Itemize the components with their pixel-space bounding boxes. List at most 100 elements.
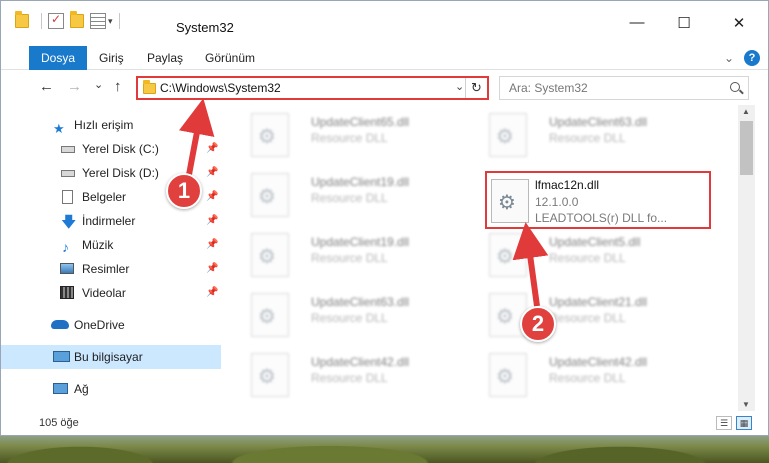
sidebar-item-label: Müzik bbox=[82, 238, 114, 252]
tiles-view-icon[interactable]: ▦ bbox=[736, 416, 752, 430]
sidebar-item-label: OneDrive bbox=[74, 318, 125, 332]
new-folder-icon[interactable] bbox=[70, 11, 84, 28]
star-icon: ★ bbox=[53, 121, 65, 136]
file-name: UpdateClient19.dll bbox=[311, 235, 410, 249]
pin-icon[interactable]: 📌 bbox=[206, 281, 218, 305]
close-button[interactable]: ✕ bbox=[716, 14, 762, 44]
file-item-lfmac12n[interactable]: lfmac12n.dll 12.1.0.0 LEADTOOLS(r) DLL f… bbox=[485, 171, 711, 229]
search-icon bbox=[730, 82, 740, 92]
file-item[interactable]: UpdateClient63.dll Resource DLL bbox=[245, 285, 475, 343]
help-icon[interactable]: ? bbox=[744, 50, 760, 66]
file-name: UpdateClient63.dll bbox=[549, 115, 648, 129]
file-type: Resource DLL bbox=[311, 371, 388, 385]
file-type: Resource DLL bbox=[311, 191, 388, 205]
dll-file-icon bbox=[491, 179, 529, 223]
search-input[interactable]: Ara: System32 bbox=[509, 81, 588, 95]
file-type: Resource DLL bbox=[311, 311, 388, 325]
address-dropdown-icon[interactable]: ⌄ bbox=[455, 80, 464, 93]
sidebar-item-label: Hızlı erişim bbox=[74, 118, 134, 132]
expand-ribbon-chevron-down-icon[interactable]: ⌄ bbox=[724, 51, 734, 65]
navigation-pane: ★ Hızlı erişim Yerel Disk (C:) 📌 Yerel D… bbox=[1, 109, 223, 411]
sidebar-item-label: İndirmeler bbox=[82, 214, 136, 228]
item-count: 105 öğe bbox=[39, 417, 79, 429]
search-box[interactable]: Ara: System32 bbox=[499, 76, 749, 100]
sidebar-item-label: Yerel Disk (D:) bbox=[82, 166, 159, 180]
music-icon: ♪ bbox=[62, 239, 69, 255]
pin-icon[interactable]: 📌 bbox=[206, 161, 218, 185]
file-type: Resource DLL bbox=[549, 311, 626, 325]
sidebar-item-label: Belgeler bbox=[82, 190, 127, 204]
file-type: Resource DLL bbox=[549, 371, 626, 385]
sidebar-item-downloads[interactable]: 🡇 İndirmeler 📌 bbox=[1, 209, 221, 233]
view-list-icon[interactable] bbox=[90, 13, 106, 29]
details-view-icon[interactable]: ☰ bbox=[716, 416, 732, 430]
minimize-button[interactable]: — bbox=[614, 14, 660, 44]
scroll-thumb[interactable] bbox=[740, 121, 753, 175]
dll-file-icon bbox=[489, 353, 527, 397]
sidebar-item-label: Yerel Disk (C:) bbox=[82, 142, 159, 156]
sidebar-item-local-disk-c[interactable]: Yerel Disk (C:) 📌 bbox=[1, 137, 221, 161]
up-button[interactable]: ↑ bbox=[114, 78, 122, 95]
scroll-down-arrow-icon[interactable]: ▼ bbox=[742, 400, 750, 409]
properties-icon[interactable]: ✓ bbox=[48, 12, 64, 29]
address-path[interactable]: C:\Windows\System32 bbox=[160, 81, 281, 95]
file-item[interactable]: UpdateClient19.dll Resource DLL bbox=[245, 225, 475, 283]
tab-dosya[interactable]: Dosya bbox=[29, 46, 88, 70]
sidebar-item-this-pc[interactable]: Bu bilgisayar bbox=[1, 345, 221, 369]
scroll-up-arrow-icon[interactable]: ▲ bbox=[742, 107, 750, 116]
sidebar-item-pictures[interactable]: Resimler 📌 bbox=[1, 257, 221, 281]
file-item[interactable]: UpdateClient5.dll Resource DLL bbox=[483, 225, 713, 283]
file-name: UpdateClient5.dll bbox=[549, 235, 641, 249]
sidebar-item-network[interactable]: Ağ bbox=[1, 377, 221, 401]
drive-icon bbox=[61, 170, 75, 177]
file-version: 12.1.0.0 bbox=[535, 195, 579, 209]
file-name: UpdateClient63.dll bbox=[311, 295, 410, 309]
view-switcher: ☰ ▦ bbox=[716, 416, 752, 430]
sidebar-item-quick-access[interactable]: ★ Hızlı erişim bbox=[1, 113, 221, 137]
file-name: UpdateClient19.dll bbox=[311, 175, 410, 189]
file-name: UpdateClient21.dll bbox=[549, 295, 648, 309]
folder-icon bbox=[143, 80, 156, 94]
address-bar[interactable]: C:\Windows\System32 ⌄ ↻ bbox=[136, 76, 489, 100]
tab-paylas[interactable]: Paylaş bbox=[135, 46, 195, 70]
tab-gorunum[interactable]: Görünüm bbox=[193, 46, 267, 70]
title-bar: ✓ ▾ System32 — ☐ ✕ bbox=[1, 1, 768, 43]
file-item[interactable]: UpdateClient42.dll Resource DLL bbox=[245, 345, 475, 403]
tab-giris[interactable]: Giriş bbox=[87, 46, 136, 70]
status-bar: 105 öğe ☰ ▦ bbox=[1, 413, 768, 435]
file-item[interactable]: UpdateClient19.dll Resource DLL bbox=[245, 165, 475, 223]
forward-button[interactable]: → bbox=[67, 78, 82, 95]
file-item[interactable]: UpdateClient65.dll Resource DLL bbox=[245, 105, 475, 163]
sidebar-item-label: Resimler bbox=[82, 262, 130, 276]
file-item[interactable]: UpdateClient63.dll Resource DLL bbox=[483, 105, 713, 163]
navigation-bar: ← → ⌄ ↑ C:\Windows\System32 ⌄ ↻ Ara: Sys… bbox=[1, 73, 768, 103]
refresh-button[interactable]: ↻ bbox=[465, 78, 487, 98]
file-name: UpdateClient65.dll bbox=[311, 115, 410, 129]
pin-icon[interactable]: 📌 bbox=[206, 185, 218, 209]
file-item[interactable]: UpdateClient21.dll Resource DLL bbox=[483, 285, 713, 343]
pin-icon[interactable]: 📌 bbox=[206, 137, 218, 161]
document-icon bbox=[62, 190, 73, 204]
sidebar-item-videos[interactable]: Videolar 📌 bbox=[1, 281, 221, 305]
dll-file-icon bbox=[251, 353, 289, 397]
vertical-scrollbar[interactable]: ▲ ▼ bbox=[738, 105, 755, 411]
file-description: LEADTOOLS(r) DLL fo... bbox=[535, 211, 668, 225]
file-type: Resource DLL bbox=[311, 251, 388, 265]
file-item[interactable]: UpdateClient42.dll Resource DLL bbox=[483, 345, 713, 403]
file-list: UpdateClient65.dll Resource DLL UpdateCl… bbox=[229, 105, 737, 411]
window-title: System32 bbox=[176, 20, 234, 35]
sidebar-item-onedrive[interactable]: OneDrive bbox=[1, 313, 221, 337]
pictures-icon bbox=[60, 263, 74, 274]
pin-icon[interactable]: 📌 bbox=[206, 233, 218, 257]
maximize-button[interactable]: ☐ bbox=[661, 14, 707, 44]
pin-icon[interactable]: 📌 bbox=[206, 257, 218, 281]
sidebar-item-music[interactable]: ♪ Müzik 📌 bbox=[1, 233, 221, 257]
pin-icon[interactable]: 📌 bbox=[206, 209, 218, 233]
qa-dropdown-icon[interactable]: ▾ bbox=[108, 16, 113, 27]
folder-icon bbox=[15, 11, 29, 28]
ribbon-tabs: Dosya Giriş Paylaş Görünüm ⌄ ? bbox=[1, 46, 768, 70]
back-button[interactable]: ← bbox=[39, 78, 54, 95]
recent-locations-button[interactable]: ⌄ bbox=[94, 78, 103, 91]
sidebar-item-label: Bu bilgisayar bbox=[74, 350, 143, 364]
dll-file-icon bbox=[251, 113, 289, 157]
